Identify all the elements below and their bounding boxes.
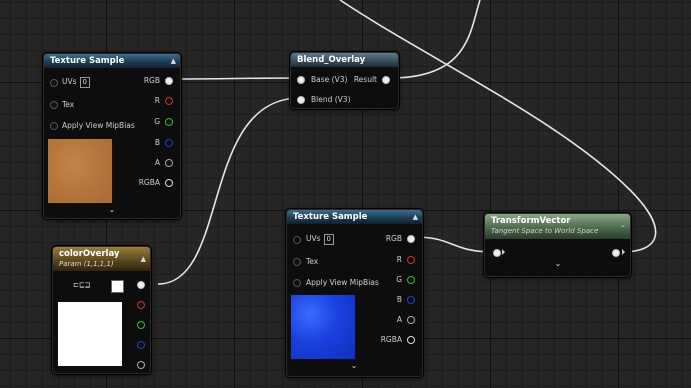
node-header[interactable]: TransformVector Tangent Space to World S… — [485, 214, 630, 239]
output-b-label: B — [396, 295, 402, 304]
transform-vector-node[interactable]: TransformVector Tangent Space to World S… — [484, 213, 631, 277]
node-title: Texture Sample — [293, 212, 368, 222]
texture-preview-orange — [47, 138, 113, 204]
output-r-pin[interactable] — [165, 97, 173, 105]
blend-label: Blend (V3) — [311, 95, 351, 104]
tex-label: Tex — [306, 257, 319, 266]
output-rgb-pin[interactable] — [165, 77, 173, 85]
chevron-down-icon[interactable]: ⌄ — [348, 361, 360, 370]
output-rgba-pin[interactable] — [407, 336, 415, 344]
node-subtitle: Tangent Space to World Space — [491, 227, 599, 235]
color-overlay-node[interactable]: colorOverlay Param (1,1,1,1) ▲ ⊏⊑⊒ — [52, 246, 151, 374]
uvs-value-field[interactable]: 0 — [323, 234, 334, 245]
output-a-label: A — [396, 315, 402, 324]
blend-overlay-node[interactable]: Blend_Overlay Base (V3) Blend (V3) Resul… — [290, 52, 399, 109]
uvs-label: UVs — [62, 77, 77, 86]
mipbias-input-pin[interactable] — [293, 279, 301, 287]
node-subtitle: Param (1,1,1,1) — [59, 260, 114, 268]
output-g-pin[interactable] — [137, 321, 145, 329]
wire-rgb2-to-transform — [413, 236, 496, 253]
output-rgba-label: RGBA — [380, 335, 402, 344]
node-header[interactable]: Blend_Overlay — [291, 53, 398, 67]
base-input-pin[interactable] — [297, 76, 305, 84]
result-output-pin[interactable] — [382, 76, 390, 84]
output-rgba-pin[interactable] — [165, 179, 173, 187]
output-arrow-icon — [622, 249, 625, 255]
output-rgb-pin[interactable] — [137, 281, 145, 289]
tex-label: Tex — [62, 100, 75, 109]
output-a-pin[interactable] — [407, 316, 415, 324]
uvs-value-field[interactable]: 0 — [79, 77, 90, 88]
node-header[interactable]: Texture Sample ▲ — [44, 54, 180, 68]
mipbias-input-pin[interactable] — [50, 122, 58, 130]
texture-sample-node-2[interactable]: Texture Sample ▲ UVs 0 Tex Apply View Mip… — [286, 209, 423, 377]
input-arrow-icon — [502, 249, 505, 255]
channel-toggle-icons[interactable]: ⊏⊑⊒ — [73, 281, 91, 289]
output-a-label: A — [154, 158, 160, 167]
output-b-pin[interactable] — [137, 341, 145, 349]
uvs-row: UVs 0 — [306, 234, 334, 245]
wire-result-out — [389, 0, 481, 79]
texture-preview-blue-normal — [290, 294, 356, 360]
output-pin[interactable] — [612, 249, 620, 257]
output-a-pin[interactable] — [137, 361, 145, 369]
output-r-pin[interactable] — [137, 301, 145, 309]
mipbias-label: Apply View MipBias — [62, 121, 135, 130]
uvs-label: UVs — [306, 234, 321, 243]
output-rgb-label: RGB — [385, 234, 402, 243]
color-preview-white — [57, 301, 123, 367]
output-a-pin[interactable] — [165, 159, 173, 167]
uvs-row: UVs 0 — [62, 77, 90, 88]
output-r-label: R — [154, 96, 160, 105]
output-g-label: G — [154, 117, 160, 126]
output-rgb-pin[interactable] — [407, 235, 415, 243]
chevron-up-icon[interactable]: ▲ — [171, 57, 176, 65]
result-label: Result — [353, 75, 377, 84]
output-g-pin[interactable] — [165, 118, 173, 126]
output-r-label: R — [396, 255, 402, 264]
node-title: Texture Sample — [50, 56, 125, 66]
chevron-down-icon[interactable]: ⌄ — [106, 205, 118, 214]
chevron-down-icon[interactable]: ⌄ — [620, 221, 626, 229]
output-g-pin[interactable] — [407, 276, 415, 284]
node-title: TransformVector — [491, 216, 571, 226]
chevron-up-icon[interactable]: ▲ — [413, 213, 418, 221]
mipbias-label: Apply View MipBias — [306, 278, 379, 287]
output-b-pin[interactable] — [407, 296, 415, 304]
node-header[interactable]: colorOverlay Param (1,1,1,1) ▲ — [53, 247, 150, 271]
blend-input-pin[interactable] — [297, 96, 305, 104]
tex-input-pin[interactable] — [293, 258, 301, 266]
output-b-pin[interactable] — [165, 139, 173, 147]
input-pin[interactable] — [493, 249, 501, 257]
uvs-input-pin[interactable] — [50, 79, 58, 87]
tex-input-pin[interactable] — [50, 101, 58, 109]
color-swatch-small[interactable] — [111, 280, 124, 293]
expand-chevron-icon[interactable]: ⌄ — [552, 259, 564, 268]
chevron-up-icon[interactable]: ▲ — [141, 255, 146, 263]
wire-rgb-to-base — [171, 77, 301, 80]
node-header[interactable]: Texture Sample ▲ — [287, 210, 422, 224]
uvs-input-pin[interactable] — [293, 236, 301, 244]
base-label: Base (V3) — [311, 75, 348, 84]
output-r-pin[interactable] — [407, 256, 415, 264]
output-g-label: G — [396, 275, 402, 284]
output-rgb-label: RGB — [143, 76, 160, 85]
texture-sample-node-1[interactable]: Texture Sample ▲ UVs 0 Tex Apply View Mip… — [43, 53, 181, 219]
node-title: Blend_Overlay — [297, 55, 366, 65]
node-title: colorOverlay — [59, 249, 120, 259]
output-b-label: B — [154, 138, 160, 147]
output-rgba-label: RGBA — [138, 178, 160, 187]
